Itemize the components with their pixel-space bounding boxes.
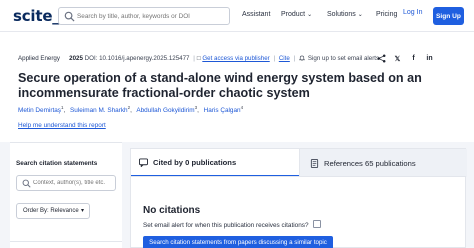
order-by-select[interactable]: Order By: Relevance ▾ (16, 203, 90, 219)
help-understand-link[interactable]: Help me understand this report (18, 122, 106, 129)
tab-references[interactable]: References 65 publications (299, 149, 467, 177)
divider (10, 241, 122, 242)
citations-section: Search citation statements Order By: Rel… (0, 142, 474, 248)
scite-logo[interactable]: scite_ (13, 7, 60, 25)
nav-product[interactable]: Product ⌄ (281, 11, 312, 18)
facebook-icon[interactable]: f (409, 54, 418, 63)
document-icon (310, 158, 319, 168)
get-access-link[interactable]: Get access via publisher (202, 55, 269, 62)
author-link[interactable]: Abdullah Gokyildirim3 (136, 105, 197, 114)
chevron-down-icon: ▾ (80, 208, 84, 214)
search-input[interactable] (77, 8, 227, 24)
share-links: 𝕏 f in (377, 54, 434, 63)
filter-header: Search citation statements (16, 160, 98, 167)
x-twitter-icon[interactable]: 𝕏 (393, 54, 402, 63)
search-icon (64, 11, 75, 22)
article-meta: Applied Energy 2025 DOI: 10.1016/j.apene… (18, 55, 380, 62)
publication-year: 2025 (69, 55, 83, 62)
article-title: Secure operation of a stand-alone wind e… (18, 71, 422, 100)
author-list: Metin Demirtaş1, Suleiman M. Sharkh2, Ab… (18, 105, 244, 115)
citation-tabs: Cited by 0 publications References 65 pu… (130, 148, 467, 177)
email-alert-prompt: Set email alert for when this publicatio… (143, 220, 321, 229)
email-alert-checkbox[interactable] (312, 220, 321, 228)
similar-topic-search-button[interactable]: Search citation statements from papers d… (143, 236, 333, 248)
no-citations-heading: No citations (143, 205, 201, 216)
author-link[interactable]: Suleiman M. Sharkh2 (70, 105, 130, 114)
context-search-box[interactable] (16, 175, 116, 191)
bell-icon (298, 55, 305, 61)
journal-name[interactable]: Applied Energy (18, 55, 60, 62)
tab-cited-by[interactable]: Cited by 0 publications (131, 149, 299, 177)
external-link-icon: □ (196, 55, 201, 62)
context-search-input[interactable] (33, 176, 115, 190)
signup-button[interactable]: Sign Up (433, 7, 464, 25)
top-nav: scite_ Assistant Product⌄ Solutions⌄ Pri… (0, 0, 474, 32)
nav-assistant[interactable]: Assistant (242, 11, 270, 18)
chevron-down-icon: ⌄ (307, 12, 313, 18)
doi: DOI: 10.1016/j.apenergy.2025.125477 (84, 55, 190, 62)
email-alerts-link[interactable]: Sign up to set email alerts (308, 55, 379, 62)
author-link[interactable]: Metin Demirtaş1 (18, 105, 63, 114)
search-box[interactable] (58, 7, 230, 25)
nav-solutions[interactable]: Solutions ⌄ (327, 11, 363, 18)
chevron-down-icon: ⌄ (357, 12, 363, 18)
linkedin-icon[interactable]: in (425, 54, 434, 63)
results-panel: No citations Set email alert for when th… (130, 176, 466, 248)
login-link[interactable]: Log In (403, 9, 422, 16)
author-link[interactable]: Haris Çalgan4 (204, 105, 243, 114)
share-icon[interactable] (377, 54, 386, 63)
filter-panel: Search citation statements Order By: Rel… (10, 142, 122, 248)
cite-link[interactable]: Cite (279, 55, 290, 62)
quote-icon (139, 157, 148, 167)
nav-pricing[interactable]: Pricing (376, 11, 397, 18)
search-icon (22, 179, 31, 188)
